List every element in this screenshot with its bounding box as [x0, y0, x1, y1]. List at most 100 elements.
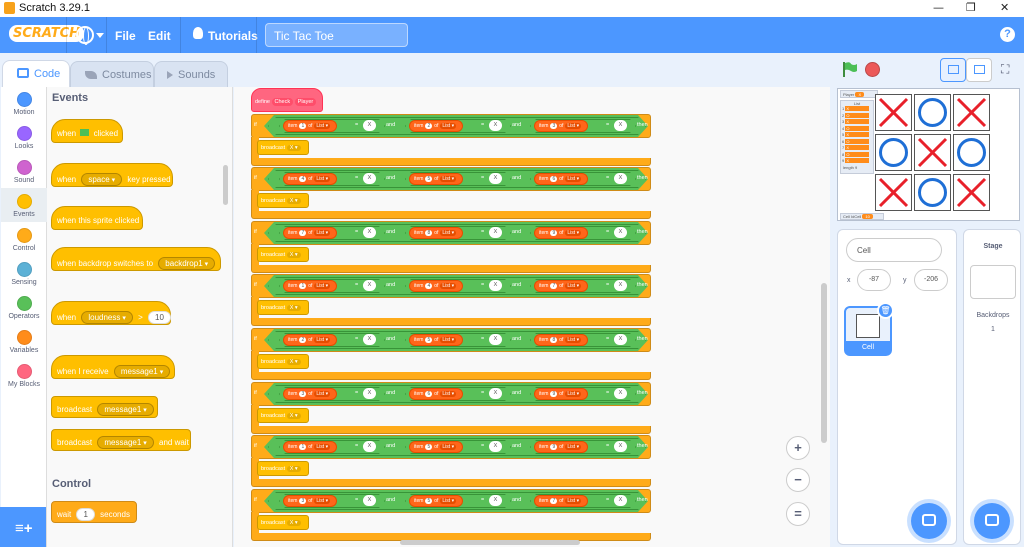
item-of-list-block[interactable]: item 6 of List — [534, 173, 589, 185]
item-of-list-block[interactable]: item 9 of List — [534, 441, 589, 453]
list-dropdown[interactable]: List — [314, 176, 331, 182]
broadcast-dropdown[interactable]: X ▾ — [286, 359, 301, 365]
y-position-field[interactable]: -206 — [914, 269, 948, 291]
workspace-scrollbar-vertical[interactable] — [821, 283, 827, 443]
item-of-list-block[interactable]: item 1 of List — [283, 120, 338, 132]
list-dropdown[interactable]: List — [440, 230, 457, 236]
message-dropdown[interactable]: message1 — [113, 365, 171, 378]
item-of-list-block[interactable]: item 4 of List — [283, 173, 338, 185]
zoom-reset-button[interactable]: = — [786, 502, 810, 526]
stage-thumbnail[interactable] — [970, 265, 1016, 299]
item-of-list-block[interactable]: item 9 of List — [534, 388, 589, 400]
category-operators[interactable]: Operators — [1, 296, 47, 330]
compare-value-input[interactable]: X — [489, 334, 502, 345]
broadcast-block[interactable]: broadcast X ▾ — [257, 300, 309, 315]
list-dropdown[interactable]: List — [314, 337, 331, 343]
item-of-list-block[interactable]: item 1 of List — [283, 280, 338, 292]
item-of-list-block[interactable]: item 3 of List — [283, 495, 338, 507]
block-when-i-receive[interactable]: when I receive message1 — [51, 355, 175, 379]
broadcast-dropdown[interactable]: X ▾ — [286, 252, 301, 258]
palette-scrollbar[interactable] — [223, 165, 228, 205]
list-dropdown[interactable]: List — [314, 123, 331, 129]
item-index-input[interactable]: 3 — [299, 498, 307, 504]
list-dropdown[interactable]: List — [565, 498, 582, 504]
compare-value-input[interactable]: X — [614, 334, 627, 345]
file-menu[interactable]: File — [115, 29, 136, 43]
green-flag-icon[interactable] — [841, 61, 857, 77]
category-events[interactable]: Events — [1, 188, 47, 222]
compare-value-input[interactable]: X — [489, 441, 502, 452]
project-title-input[interactable]: Tic Tac Toe — [265, 23, 408, 47]
category-looks[interactable]: Looks — [1, 126, 47, 160]
block-broadcast[interactable]: broadcast message1 — [51, 396, 158, 418]
block-when-sprite-clicked[interactable]: when this sprite clicked — [51, 206, 143, 230]
if-block[interactable]: if item3ofList = Xand item6ofList = Xand… — [251, 382, 651, 434]
close-button[interactable]: ✕ — [1000, 1, 1009, 14]
tutorials-menu[interactable]: Tutorials — [208, 29, 258, 43]
board-cell[interactable] — [914, 174, 951, 211]
item-index-input[interactable]: 5 — [425, 176, 433, 182]
board-cell[interactable] — [953, 174, 990, 211]
broadcast-block[interactable]: broadcast X ▾ — [257, 140, 309, 155]
tab-sounds[interactable]: Sounds — [154, 61, 228, 89]
stop-button[interactable] — [865, 62, 880, 77]
fullscreen-button[interactable]: ⛶ — [994, 58, 1020, 82]
item-of-list-block[interactable]: item 3 of List — [283, 388, 338, 400]
block-broadcast-and-wait[interactable]: broadcast message1 and wait — [51, 429, 191, 451]
if-block[interactable]: if item7ofList = Xand item8ofList = Xand… — [251, 221, 651, 273]
list-dropdown[interactable]: List — [440, 444, 457, 450]
block-when-key-pressed[interactable]: when space key pressed — [51, 163, 173, 187]
if-block[interactable]: if item3ofList = Xand item5ofList = Xand… — [251, 489, 651, 541]
compare-value-input[interactable]: X — [363, 334, 376, 345]
category-control[interactable]: Control — [1, 228, 47, 262]
small-stage-button[interactable] — [940, 58, 966, 82]
broadcast-block[interactable]: broadcast X ▾ — [257, 354, 309, 369]
list-dropdown[interactable]: List — [440, 498, 457, 504]
item-index-input[interactable]: 9 — [550, 391, 558, 397]
item-index-input[interactable]: 4 — [425, 283, 433, 289]
block-wait-seconds[interactable]: wait 1 seconds — [51, 501, 137, 523]
sprite-name-field[interactable]: Cell — [846, 238, 942, 262]
broadcast-dropdown[interactable]: X ▾ — [286, 466, 301, 472]
item-index-input[interactable]: 1 — [299, 444, 307, 450]
item-of-list-block[interactable]: item 7 of List — [534, 495, 589, 507]
list-dropdown[interactable]: List — [440, 176, 457, 182]
tab-costumes[interactable]: Costumes — [70, 61, 154, 89]
broadcast-dropdown[interactable]: X ▾ — [286, 305, 301, 311]
restore-button[interactable]: ❐ — [966, 1, 976, 14]
item-index-input[interactable]: 8 — [550, 337, 558, 343]
item-of-list-block[interactable]: item 6 of List — [409, 388, 464, 400]
chevron-down-icon[interactable] — [96, 33, 104, 38]
wait-input[interactable]: 1 — [76, 508, 95, 521]
item-index-input[interactable]: 3 — [299, 391, 307, 397]
list-dropdown[interactable]: List — [440, 337, 457, 343]
board-cell[interactable] — [875, 174, 912, 211]
compare-value-input[interactable]: X — [363, 227, 376, 238]
choose-sprite-button[interactable] — [911, 503, 947, 539]
if-block[interactable]: if item4ofList = Xand item5ofList = Xand… — [251, 167, 651, 219]
item-index-input[interactable]: 1 — [299, 123, 307, 129]
item-of-list-block[interactable]: item 7 of List — [534, 280, 589, 292]
item-index-input[interactable]: 6 — [425, 391, 433, 397]
if-block[interactable]: if item1ofList = Xand item5ofList = Xand… — [251, 435, 651, 487]
board-cell[interactable] — [875, 94, 912, 131]
item-index-input[interactable]: 4 — [299, 176, 307, 182]
item-of-list-block[interactable]: item 2 of List — [283, 334, 338, 346]
item-index-input[interactable]: 7 — [299, 230, 307, 236]
loudness-input[interactable]: 10 — [148, 311, 171, 324]
list-dropdown[interactable]: List — [565, 391, 582, 397]
item-of-list-block[interactable]: item 9 of List — [534, 227, 589, 239]
compare-value-input[interactable]: X — [363, 441, 376, 452]
item-index-input[interactable]: 9 — [550, 444, 558, 450]
x-position-field[interactable]: -87 — [857, 269, 891, 291]
item-of-list-block[interactable]: item 5 of List — [409, 441, 464, 453]
compare-value-input[interactable]: X — [363, 120, 376, 131]
message-dropdown[interactable]: message1 — [97, 403, 154, 416]
list-dropdown[interactable]: List — [565, 337, 582, 343]
backdrop-dropdown[interactable]: backdrop1 — [158, 257, 216, 270]
item-of-list-block[interactable]: item 3 of List — [534, 120, 589, 132]
board-cell[interactable] — [914, 134, 951, 171]
compare-value-input[interactable]: X — [363, 280, 376, 291]
list-dropdown[interactable]: List — [440, 123, 457, 129]
broadcast-block[interactable]: broadcast X ▾ — [257, 408, 309, 423]
